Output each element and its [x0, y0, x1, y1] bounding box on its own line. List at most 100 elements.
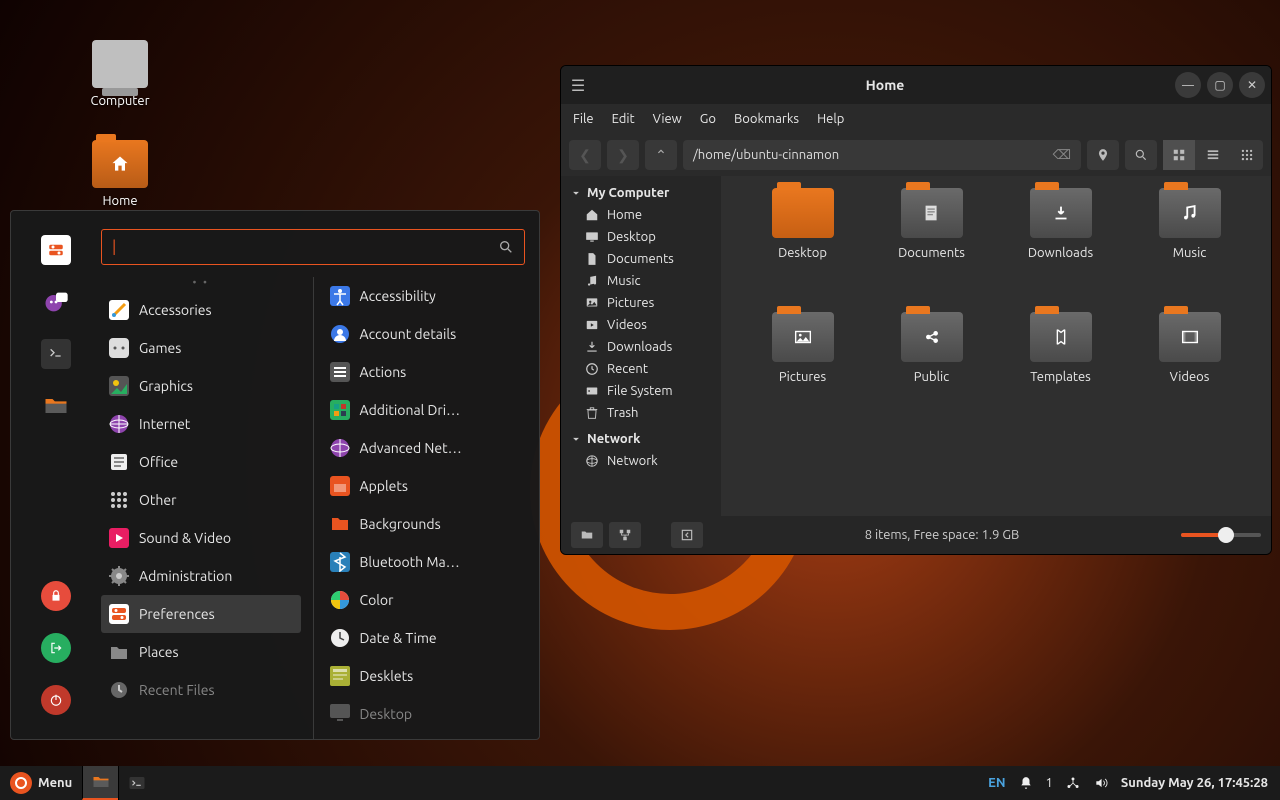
window-titlebar[interactable]: ☰ Home — ▢ ✕ [561, 66, 1271, 104]
notification-icon[interactable] [1018, 775, 1034, 791]
power-button[interactable] [41, 685, 71, 715]
category-administration[interactable]: Administration [101, 557, 301, 595]
sidebar-item-trash[interactable]: Trash [567, 402, 715, 424]
start-menu: | • • AccessoriesGamesGraphicsInternetOf… [10, 210, 540, 740]
menu-go[interactable]: Go [700, 112, 716, 126]
path-input[interactable]: /home/ubuntu-cinnamon ⌫ [683, 140, 1081, 170]
compact-view-button[interactable] [1231, 140, 1263, 170]
app-actions[interactable]: Actions [322, 353, 522, 391]
category-other[interactable]: Other [101, 481, 301, 519]
category-sound-video[interactable]: Sound & Video [101, 519, 301, 557]
sidebar-item-pictures[interactable]: Pictures [567, 292, 715, 314]
menu-help[interactable]: Help [817, 112, 844, 126]
clear-path-icon[interactable]: ⌫ [1053, 148, 1071, 163]
nav-forward-button[interactable]: ❯ [607, 140, 639, 170]
close-button[interactable]: ✕ [1239, 72, 1265, 98]
menu-edit[interactable]: Edit [612, 112, 635, 126]
category-games[interactable]: Games [101, 329, 301, 367]
menu-search-input[interactable] [124, 239, 490, 255]
zoom-slider[interactable] [1181, 533, 1261, 537]
list-view-button[interactable] [1197, 140, 1229, 170]
minimize-button[interactable]: — [1175, 72, 1201, 98]
sidebar-item-documents[interactable]: Documents [567, 248, 715, 270]
desktop-icon-computer[interactable]: Computer [70, 40, 170, 108]
menu-search-box[interactable]: | [101, 229, 525, 265]
category-preferences[interactable]: Preferences [101, 595, 301, 633]
lock-button[interactable] [41, 581, 71, 611]
folder-downloads[interactable]: Downloads [999, 188, 1122, 306]
app-backgrounds[interactable]: Backgrounds [322, 505, 522, 543]
folder-music[interactable]: Music [1128, 188, 1251, 306]
network-icon[interactable] [1065, 775, 1081, 791]
places-toggle-button[interactable] [571, 522, 603, 548]
category-office[interactable]: Office [101, 443, 301, 481]
category-graphics[interactable]: Graphics [101, 367, 301, 405]
folder-desktop[interactable]: Desktop [741, 188, 864, 306]
menu-file[interactable]: File [573, 112, 594, 126]
rail-chat-icon[interactable] [41, 287, 71, 317]
desktop-icon-home[interactable]: Home [70, 140, 170, 208]
sidebar-item-music[interactable]: Music [567, 270, 715, 292]
app-applets[interactable]: Applets [322, 467, 522, 505]
app-list[interactable]: AccessibilityAccount detailsActionsAddit… [322, 277, 526, 739]
taskbar-task-files[interactable] [82, 766, 118, 800]
category-recent-files[interactable]: Recent Files [101, 671, 301, 709]
folder-templates[interactable]: Templates [999, 312, 1122, 430]
app-icon [330, 362, 350, 382]
notification-count[interactable]: 1 [1046, 776, 1053, 790]
rail-settings-icon[interactable] [41, 235, 71, 265]
folder-label: Public [914, 370, 949, 384]
maximize-button[interactable]: ▢ [1207, 72, 1233, 98]
sidebar-header-network[interactable]: Network [567, 428, 715, 450]
sidebar-item-icon [585, 454, 599, 468]
rail-terminal-icon[interactable] [41, 339, 71, 369]
sidebar-item-home[interactable]: Home [567, 204, 715, 226]
sidebar-item-videos[interactable]: Videos [567, 314, 715, 336]
app-accessibility[interactable]: Accessibility [322, 277, 522, 315]
volume-icon[interactable] [1093, 775, 1109, 791]
app-additional-dri-[interactable]: Additional Dri… [322, 391, 522, 429]
folder-public[interactable]: Public [870, 312, 993, 430]
category-places[interactable]: Places [101, 633, 301, 671]
sidebar-item-recent[interactable]: Recent [567, 358, 715, 380]
sidebar-item-file-system[interactable]: File System [567, 380, 715, 402]
folder-videos[interactable]: Videos [1128, 312, 1251, 430]
category-label: Sound & Video [139, 530, 231, 546]
sidebar-item-icon [585, 296, 599, 310]
app-date-time[interactable]: Date & Time [322, 619, 522, 657]
rail-files-icon[interactable] [41, 391, 71, 421]
location-pin-icon[interactable] [1087, 140, 1119, 170]
logout-button[interactable] [41, 633, 71, 663]
app-desktop[interactable]: Desktop [322, 695, 522, 733]
folder-documents[interactable]: Documents [870, 188, 993, 306]
clock[interactable]: Sunday May 26, 17:45:28 [1121, 776, 1268, 790]
app-desklets[interactable]: Desklets [322, 657, 522, 695]
sidebar-item-network[interactable]: Network [567, 450, 715, 472]
taskbar-task-terminal[interactable] [118, 766, 154, 800]
taskbar-menu-button[interactable]: Menu [0, 766, 82, 800]
nav-back-button[interactable]: ❮ [569, 140, 601, 170]
menu-view[interactable]: View [653, 112, 682, 126]
tree-toggle-button[interactable] [609, 522, 641, 548]
category-list[interactable]: • • AccessoriesGamesGraphicsInternetOffi… [101, 277, 305, 739]
sidebar-header-mycomputer[interactable]: My Computer [567, 182, 715, 204]
category-internet[interactable]: Internet [101, 405, 301, 443]
search-button[interactable] [1125, 140, 1157, 170]
app-bluetooth-ma-[interactable]: Bluetooth Ma… [322, 543, 522, 581]
icon-view-button[interactable] [1163, 140, 1195, 170]
sidebar-hide-button[interactable] [671, 522, 703, 548]
app-advanced-net-[interactable]: Advanced Net… [322, 429, 522, 467]
folder-pictures[interactable]: Pictures [741, 312, 864, 430]
menu-bookmarks[interactable]: Bookmarks [734, 112, 799, 126]
sidebar-item-icon [585, 340, 599, 354]
sidebar-item-downloads[interactable]: Downloads [567, 336, 715, 358]
hamburger-icon[interactable]: ☰ [561, 76, 595, 95]
app-account-details[interactable]: Account details [322, 315, 522, 353]
keyboard-layout-indicator[interactable]: EN [988, 776, 1005, 790]
app-color[interactable]: Color [322, 581, 522, 619]
category-accessories[interactable]: Accessories [101, 291, 301, 329]
folder-grid[interactable]: DesktopDocumentsDownloadsMusic Pictures Pu… [721, 176, 1271, 516]
nav-up-button[interactable]: ⌃ [645, 140, 677, 170]
sidebar-item-desktop[interactable]: Desktop [567, 226, 715, 248]
folder-label: Pictures [779, 370, 826, 384]
